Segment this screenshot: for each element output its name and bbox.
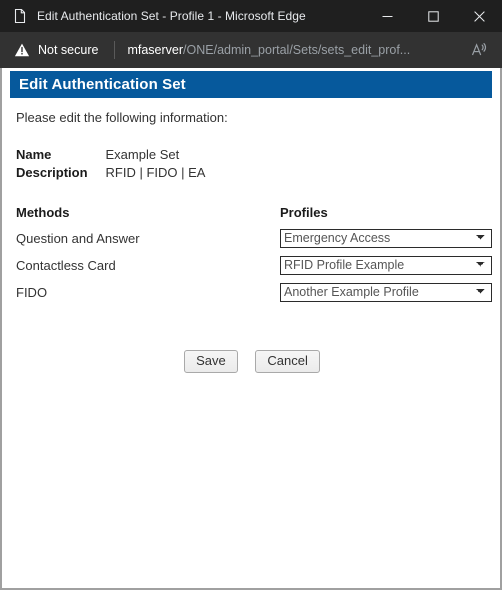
- url-text[interactable]: mfaserver/ONE/admin_portal/Sets/sets_edi…: [127, 43, 464, 57]
- form-actions: Save Cancel: [2, 350, 500, 373]
- table-row: Name Example Set: [16, 147, 205, 165]
- table-header-row: Methods Profiles: [16, 205, 492, 227]
- save-button[interactable]: Save: [184, 350, 238, 373]
- address-bar-divider: [114, 41, 116, 59]
- profile-select-contactless-card[interactable]: RFID Profile Example: [280, 256, 492, 275]
- profiles-column-header: Profiles: [280, 205, 328, 220]
- warning-triangle-icon: [14, 42, 30, 58]
- page-icon: [12, 8, 28, 24]
- window-controls: [364, 0, 502, 32]
- url-host: mfaserver: [127, 43, 184, 57]
- method-label-fido: FIDO: [16, 285, 48, 300]
- url-path: /ONE/admin_portal/Sets/sets_edit_prof...: [183, 43, 411, 57]
- name-label: Name: [16, 147, 52, 162]
- maximize-button[interactable]: [410, 0, 456, 32]
- security-status-text: Not secure: [38, 43, 99, 57]
- window-title: Edit Authentication Set - Profile 1 - Mi…: [37, 9, 306, 23]
- profile-select-question-and-answer[interactable]: Emergency Access: [280, 229, 492, 248]
- profile-cell: Another Example Profile: [280, 281, 492, 308]
- edit-authentication-set-page: Edit Authentication Set Please edit the …: [2, 71, 500, 373]
- close-button[interactable]: [456, 0, 502, 32]
- description-label: Description: [16, 165, 88, 180]
- method-label-question-and-answer: Question and Answer: [16, 231, 140, 246]
- profile-cell: RFID Profile Example: [280, 254, 492, 281]
- cancel-button[interactable]: Cancel: [255, 350, 320, 373]
- profile-cell: Emergency Access: [280, 227, 492, 254]
- methods-profiles-table: Methods Profiles Question and Answer Eme…: [16, 205, 492, 308]
- page-viewport: Edit Authentication Set Please edit the …: [0, 68, 502, 590]
- table-row: FIDO Another Example Profile: [16, 281, 492, 308]
- name-value: Example Set: [105, 147, 180, 162]
- table-row: Contactless Card RFID Profile Example: [16, 254, 492, 281]
- intro-text: Please edit the following information:: [16, 110, 228, 125]
- address-bar[interactable]: Not secure mfaserver/ONE/admin_portal/Se…: [0, 32, 502, 68]
- read-aloud-icon[interactable]: [464, 41, 494, 59]
- table-row: Question and Answer Emergency Access: [16, 227, 492, 254]
- set-info-table: Name Example Set Description RFID | FIDO…: [16, 147, 205, 183]
- page-title: Edit Authentication Set: [10, 71, 492, 98]
- minimize-button[interactable]: [364, 0, 410, 32]
- method-label-contactless-card: Contactless Card: [16, 258, 116, 273]
- site-security-chip[interactable]: Not secure: [14, 42, 98, 58]
- table-row: Description RFID | FIDO | EA: [16, 165, 205, 183]
- description-value: RFID | FIDO | EA: [105, 165, 206, 180]
- profile-select-fido[interactable]: Another Example Profile: [280, 283, 492, 302]
- browser-window: Edit Authentication Set - Profile 1 - Mi…: [0, 0, 502, 590]
- methods-column-header: Methods: [16, 205, 70, 220]
- title-bar: Edit Authentication Set - Profile 1 - Mi…: [0, 0, 502, 32]
